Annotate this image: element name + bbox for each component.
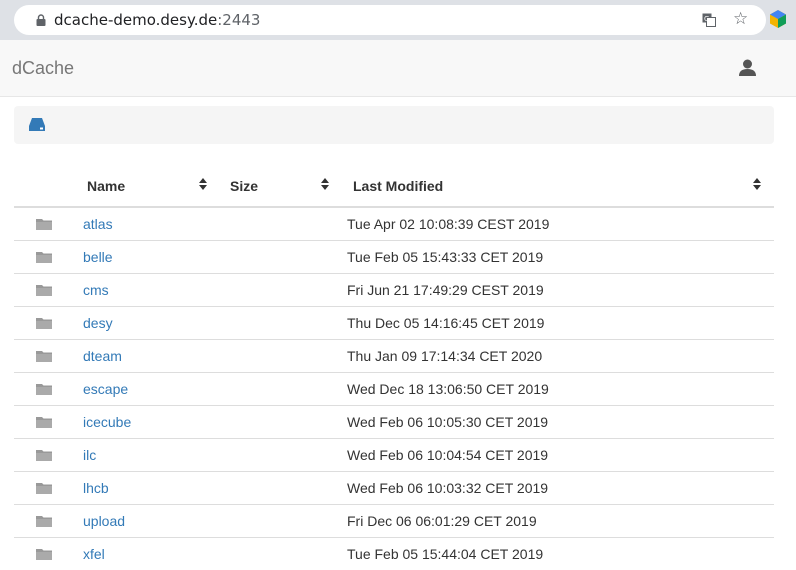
address-bar[interactable]: dcache-demo.desy.de:2443 G ☆ [14,5,766,35]
last-modified: Thu Dec 05 14:16:45 CET 2019 [347,315,545,331]
table-row[interactable]: dteam Thu Jan 09 17:14:34 CET 2020 [14,339,774,372]
table-row[interactable]: desy Thu Dec 05 14:16:45 CET 2019 [14,306,774,339]
star-icon[interactable]: ☆ [733,9,748,29]
drive-icon[interactable] [29,118,45,131]
folder-icon [36,219,52,230]
last-modified: Wed Dec 18 13:06:50 CET 2019 [347,381,549,397]
last-modified: Wed Feb 06 10:03:32 CET 2019 [347,480,549,496]
url-text[interactable]: dcache-demo.desy.de:2443 [54,11,260,29]
folder-name-link[interactable]: atlas [83,216,113,232]
last-modified: Tue Feb 05 15:44:04 CET 2019 [347,546,544,562]
brand-link[interactable]: dCache [12,58,74,79]
extension-icon[interactable] [769,10,787,28]
column-header-last-modified[interactable]: Last Modified [353,178,443,194]
app-navbar: dCache [0,40,796,97]
table-row[interactable]: xfel Tue Feb 05 15:44:04 CET 2019 [14,537,774,570]
table-row[interactable]: cms Fri Jun 21 17:49:29 CEST 2019 [14,273,774,306]
last-modified: Tue Feb 05 15:43:33 CET 2019 [347,249,544,265]
lock-icon[interactable] [36,14,46,26]
folder-name-link[interactable]: dteam [83,348,122,364]
sort-icon[interactable] [198,177,208,191]
last-modified: Fri Dec 06 06:01:29 CET 2019 [347,513,537,529]
last-modified: Tue Apr 02 10:08:39 CEST 2019 [347,216,550,232]
table-body: atlas Tue Apr 02 10:08:39 CEST 2019 belle T… [14,208,774,570]
folder-icon [36,318,52,329]
folder-name-link[interactable]: upload [83,513,125,529]
column-header-size[interactable]: Size [230,178,258,194]
url-host: dcache-demo.desy.de [54,11,218,29]
folder-icon [36,351,52,362]
last-modified: Thu Jan 09 17:14:34 CET 2020 [347,348,543,364]
table-header: Name Size Last Modified [14,166,774,208]
folder-icon [36,483,52,494]
browser-toolbar: dcache-demo.desy.de:2443 G ☆ [0,0,796,40]
sort-icon[interactable] [320,177,330,191]
folder-icon [36,516,52,527]
folder-name-link[interactable]: icecube [83,414,131,430]
folder-name-link[interactable]: lhcb [83,480,109,496]
folder-name-link[interactable]: cms [83,282,109,298]
column-header-name[interactable]: Name [87,178,125,194]
folder-icon [36,417,52,428]
last-modified: Wed Feb 06 10:04:54 CET 2019 [347,447,549,463]
table-row[interactable]: belle Tue Feb 05 15:43:33 CET 2019 [14,240,774,273]
table-row[interactable]: upload Fri Dec 06 06:01:29 CET 2019 [14,504,774,537]
breadcrumb [14,106,774,144]
folder-icon [36,450,52,461]
table-row[interactable]: atlas Tue Apr 02 10:08:39 CEST 2019 [14,208,774,240]
table-row[interactable]: escape Wed Dec 18 13:06:50 CET 2019 [14,372,774,405]
folder-name-link[interactable]: xfel [83,546,105,562]
last-modified: Wed Feb 06 10:05:30 CET 2019 [347,414,549,430]
table-row[interactable]: lhcb Wed Feb 06 10:03:32 CET 2019 [14,471,774,504]
folder-icon [36,549,52,560]
table-row[interactable]: icecube Wed Feb 06 10:05:30 CET 2019 [14,405,774,438]
folder-icon [36,285,52,296]
folder-icon [36,384,52,395]
user-icon[interactable] [739,59,756,76]
folder-name-link[interactable]: belle [83,249,113,265]
url-port: :2443 [217,11,261,29]
folder-name-link[interactable]: ilc [83,447,96,463]
last-modified: Fri Jun 21 17:49:29 CEST 2019 [347,282,544,298]
svg-text:G: G [704,15,709,23]
table-row[interactable]: ilc Wed Feb 06 10:04:54 CET 2019 [14,438,774,471]
sort-icon[interactable] [752,177,762,191]
folder-icon [36,252,52,263]
translate-icon[interactable]: G [702,13,716,27]
file-table: Name Size Last Modified atlas Tue Apr 02 … [14,166,774,570]
folder-name-link[interactable]: desy [83,315,113,331]
folder-name-link[interactable]: escape [83,381,128,397]
